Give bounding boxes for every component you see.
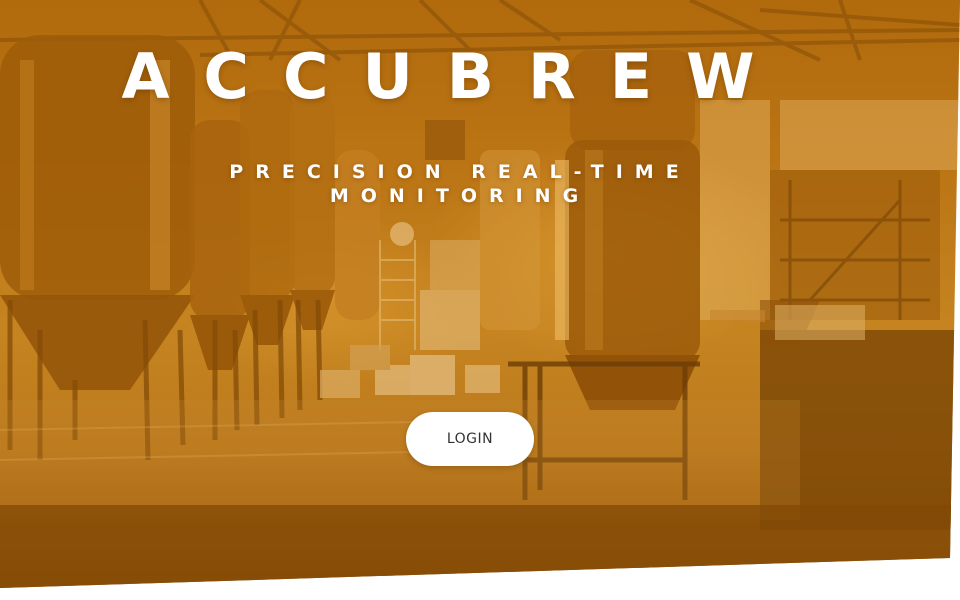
login-button[interactable]: LOGIN: [406, 412, 534, 466]
brand-title: ACCUBREW: [121, 40, 789, 113]
tagline: PRECISION REAL-TIME MONITORING: [229, 161, 691, 207]
